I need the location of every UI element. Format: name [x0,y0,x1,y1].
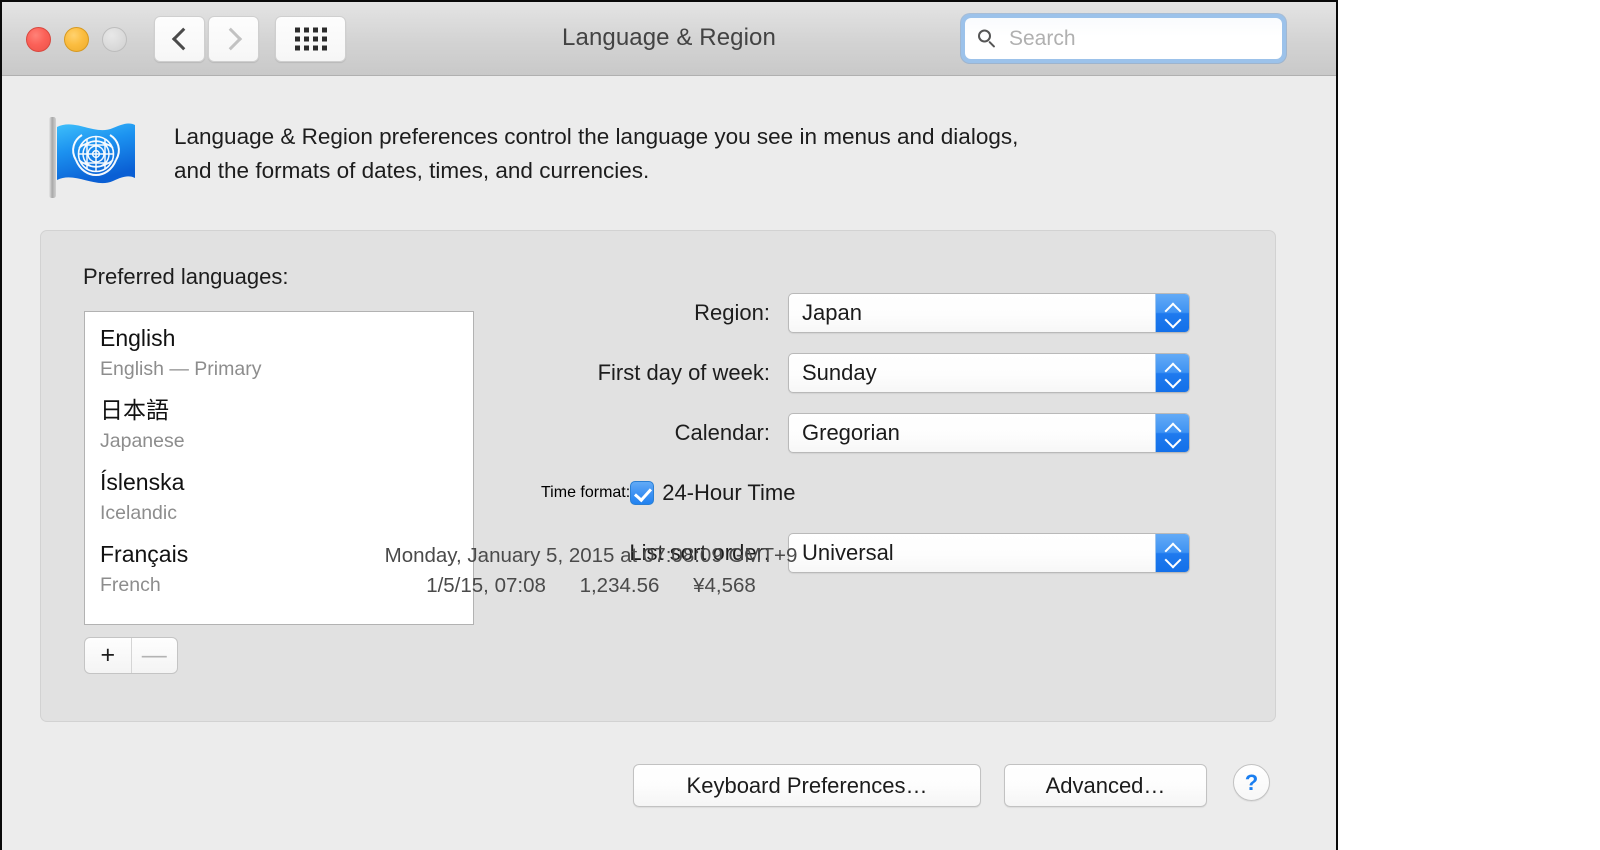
advanced-button[interactable]: Advanced… [1004,764,1207,807]
language-subtitle: Icelandic [100,499,473,528]
settings-group-box: Preferred languages: English English — P… [40,230,1276,722]
region-value: Japan [802,300,862,326]
calendar-row: Calendar: Gregorian [541,413,1251,453]
remove-language-button: — [132,638,178,673]
stepper-arrows-icon[interactable] [1155,534,1189,572]
search-input[interactable] [1007,18,1274,59]
preview-long-date: Monday, January 5, 2015 at 07:08:09 GMT+… [311,541,871,571]
search-icon [978,29,997,48]
un-flag-icon [47,114,139,200]
region-row: Region: Japan [541,293,1251,333]
format-preview: Monday, January 5, 2015 at 07:08:09 GMT+… [311,541,871,601]
calendar-label: Calendar: [541,420,788,446]
region-label: Region: [541,300,788,326]
preview-currency: ¥4,568 [693,574,756,597]
24-hour-time-label: 24-Hour Time [662,480,795,506]
preview-samples: 1/5/15, 07:08 1,234.56 ¥4,568 [311,571,871,601]
stepper-arrows-icon[interactable] [1155,294,1189,332]
preference-description: Language & Region preferences control th… [174,120,1234,188]
first-day-of-week-label: First day of week: [541,360,788,386]
first-day-of-week-row: First day of week: Sunday [541,353,1251,393]
language-name: English [100,321,473,355]
add-remove-language-control[interactable]: + — [84,637,178,674]
window-titlebar: Language & Region [2,2,1336,76]
add-language-button[interactable]: + [85,638,132,673]
help-button[interactable]: ? [1233,764,1270,801]
keyboard-preferences-button[interactable]: Keyboard Preferences… [633,764,981,807]
language-subtitle: Japanese [100,427,473,456]
preview-number: 1,234.56 [580,574,660,597]
list-item[interactable]: Íslenska Icelandic [85,465,473,528]
preferences-window: Language & Region [0,0,1338,850]
time-format-label: Time format: [541,484,630,502]
first-day-of-week-popup-button[interactable]: Sunday [788,353,1190,393]
language-name: 日本語 [100,393,473,427]
region-popup-button[interactable]: Japan [788,293,1190,333]
calendar-popup-button[interactable]: Gregorian [788,413,1190,453]
language-subtitle: English — Primary [100,355,473,384]
preferred-languages-label: Preferred languages: [83,264,288,290]
first-day-of-week-value: Sunday [802,360,877,386]
stepper-arrows-icon[interactable] [1155,354,1189,392]
search-field[interactable] [965,18,1282,59]
search-field-wrapper[interactable] [961,14,1286,63]
24-hour-time-checkbox[interactable] [630,481,654,505]
preview-short-date-time: 1/5/15, 07:08 [426,574,546,597]
list-item[interactable]: 日本語 Japanese [85,393,473,456]
preference-header: Language & Region preferences control th… [2,76,1336,230]
time-format-row: Time format: 24-Hour Time [541,473,1251,513]
stepper-arrows-icon[interactable] [1155,414,1189,452]
checkmark-icon [634,484,652,503]
language-name: Íslenska [100,465,473,499]
calendar-value: Gregorian [802,420,900,446]
list-item[interactable]: English English — Primary [85,321,473,384]
